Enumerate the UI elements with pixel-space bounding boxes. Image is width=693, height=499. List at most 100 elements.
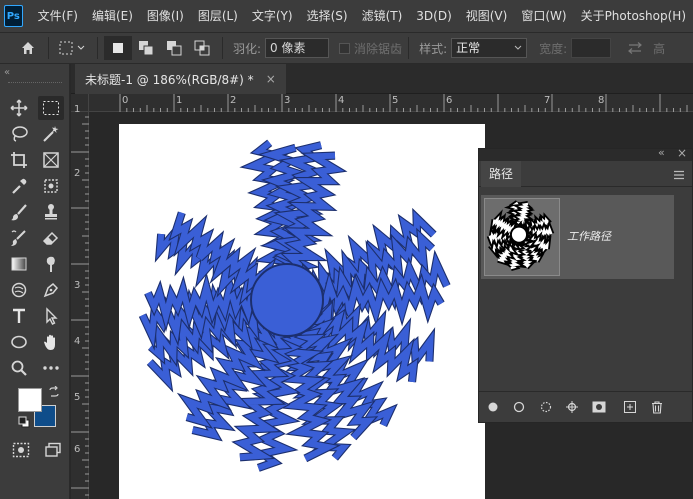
antialias-option[interactable]: 消除锯齿	[339, 40, 402, 57]
ruler-h-label: 6	[446, 95, 453, 106]
ruler-v-label: 5	[74, 392, 81, 403]
menu-file[interactable]: 文件(F)	[31, 0, 85, 32]
divider	[408, 37, 410, 59]
document-tab-bar: 未标题-1 @ 186%(RGB/8#) * ×	[71, 64, 693, 94]
make-work-path-icon[interactable]	[564, 399, 580, 415]
spot-healing-tool-icon[interactable]	[38, 174, 64, 198]
ruler-v-label: 3	[74, 280, 81, 291]
width-label: 宽度:	[539, 41, 568, 56]
divider	[97, 37, 98, 59]
zoom-tool-icon[interactable]	[6, 356, 32, 380]
style-label: 样式:	[419, 41, 448, 56]
ruler-h-label: 7	[544, 95, 551, 106]
swap-dimensions-icon[interactable]	[621, 36, 649, 60]
foreground-color-swatch[interactable]	[18, 388, 42, 412]
ruler-h-label: 8	[598, 95, 605, 106]
style-select[interactable]: 正常	[451, 38, 528, 58]
ruler-v-label: 6	[74, 444, 81, 455]
options-bar: 羽化: 0 像素 消除锯齿 样式: 正常 宽度: 高	[0, 32, 693, 64]
clone-stamp-tool-icon[interactable]	[38, 200, 64, 224]
swap-colors-icon[interactable]	[48, 385, 60, 401]
panel-title-bar[interactable]: « ×	[479, 146, 692, 161]
document-tab[interactable]: 未标题-1 @ 186%(RGB/8#) * ×	[75, 64, 286, 94]
history-brush-tool-icon[interactable]	[6, 226, 32, 250]
paths-panel: « × 路径 工作路径	[478, 146, 693, 423]
load-as-selection-icon[interactable]	[538, 399, 554, 415]
add-to-selection-icon[interactable]	[132, 36, 160, 60]
new-selection-icon[interactable]	[104, 36, 132, 60]
document-canvas[interactable]	[119, 124, 485, 499]
antialias-checkbox[interactable]	[339, 42, 351, 54]
ruler-v-label: 4	[74, 336, 81, 347]
ruler-h-label: 2	[230, 95, 237, 106]
add-mask-icon[interactable]	[591, 399, 607, 415]
collapse-panel-icon[interactable]: «	[658, 146, 665, 159]
menu-window[interactable]: 窗口(W)	[514, 0, 573, 32]
style-select-value: 正常	[456, 41, 481, 55]
type-tool-icon[interactable]	[6, 304, 32, 328]
dodge-burn-tool-icon[interactable]	[6, 278, 32, 302]
divider	[222, 37, 223, 59]
move-tool-icon[interactable]	[6, 96, 32, 120]
hand-tool-icon[interactable]	[38, 330, 64, 354]
eraser-tool-icon[interactable]	[38, 226, 64, 250]
menu-view[interactable]: 视图(V)	[459, 0, 515, 32]
default-colors-icon[interactable]	[18, 416, 30, 431]
photoshop-logo[interactable]: Ps	[4, 5, 23, 27]
brush-tool-icon[interactable]	[6, 200, 32, 224]
antialias-label: 消除锯齿	[354, 41, 403, 56]
feather-input[interactable]: 0 像素	[265, 38, 330, 58]
menu-select[interactable]: 选择(S)	[300, 0, 355, 32]
magic-wand-tool-icon[interactable]	[38, 122, 64, 146]
smudge-tool-icon[interactable]	[38, 252, 64, 276]
gradient-tool-icon[interactable]	[6, 252, 32, 276]
quick-mask-icon[interactable]	[8, 438, 34, 462]
intersect-selection-icon[interactable]	[188, 36, 216, 60]
stroke-path-icon[interactable]	[511, 399, 527, 415]
ruler-h-label: 3	[284, 95, 291, 106]
menu-layer[interactable]: 图层(L)	[191, 0, 245, 32]
marquee-tool-preset-icon[interactable]	[55, 36, 91, 60]
path-thumbnail	[484, 198, 560, 276]
width-input[interactable]	[571, 38, 612, 58]
menu-image[interactable]: 图像(I)	[140, 0, 191, 32]
delete-path-icon[interactable]	[649, 399, 665, 415]
screen-mode-icon[interactable]	[40, 438, 66, 462]
close-icon[interactable]: ×	[266, 72, 276, 86]
fill-path-icon[interactable]	[485, 399, 501, 415]
menu-help[interactable]: 关于Photoshop(H)	[574, 0, 693, 32]
home-icon[interactable]	[14, 36, 42, 60]
panel-header: 路径	[479, 161, 692, 187]
frame-tool-icon[interactable]	[38, 148, 64, 172]
menu-edit[interactable]: 编辑(E)	[85, 0, 140, 32]
star-core	[250, 263, 324, 337]
ruler-h-label: 0	[122, 95, 129, 106]
path-selection-tool-icon[interactable]	[38, 304, 64, 328]
menu-filter[interactable]: 滤镜(T)	[355, 0, 410, 32]
document-tab-title: 未标题-1 @ 186%(RGB/8#) *	[85, 72, 254, 87]
crop-tool-icon[interactable]	[6, 148, 32, 172]
ruler-v-label: 1	[74, 104, 81, 115]
tools-panel: «	[0, 64, 70, 499]
menu-3d[interactable]: 3D(D)	[409, 0, 458, 32]
collapse-toolbar-icon[interactable]: «	[4, 67, 10, 78]
tab-paths[interactable]: 路径	[481, 161, 522, 187]
close-panel-icon[interactable]: ×	[677, 146, 687, 160]
more-tools-icon[interactable]	[38, 356, 64, 380]
horizontal-ruler[interactable]: 0 1 2 3 4 5 6 7 8	[89, 94, 693, 112]
lasso-tool-icon[interactable]	[6, 122, 32, 146]
ruler-h-label: 5	[392, 95, 399, 106]
panel-menu-icon[interactable]	[673, 169, 685, 183]
feather-label: 羽化:	[233, 41, 262, 56]
vertical-ruler[interactable]: 1 2 3 4 5 6	[71, 104, 89, 499]
create-new-path-icon[interactable]	[622, 399, 638, 415]
subtract-from-selection-icon[interactable]	[160, 36, 188, 60]
toolbar-grip[interactable]	[8, 82, 62, 84]
rectangular-marquee-tool-icon[interactable]	[38, 96, 64, 120]
eyedropper-tool-icon[interactable]	[6, 174, 32, 198]
pen-tool-icon[interactable]	[38, 278, 64, 302]
zigzag-star-shape	[138, 139, 451, 472]
ellipse-tool-icon[interactable]	[6, 330, 32, 354]
menu-type[interactable]: 文字(Y)	[245, 0, 300, 32]
path-list-item[interactable]: 工作路径	[481, 195, 674, 279]
